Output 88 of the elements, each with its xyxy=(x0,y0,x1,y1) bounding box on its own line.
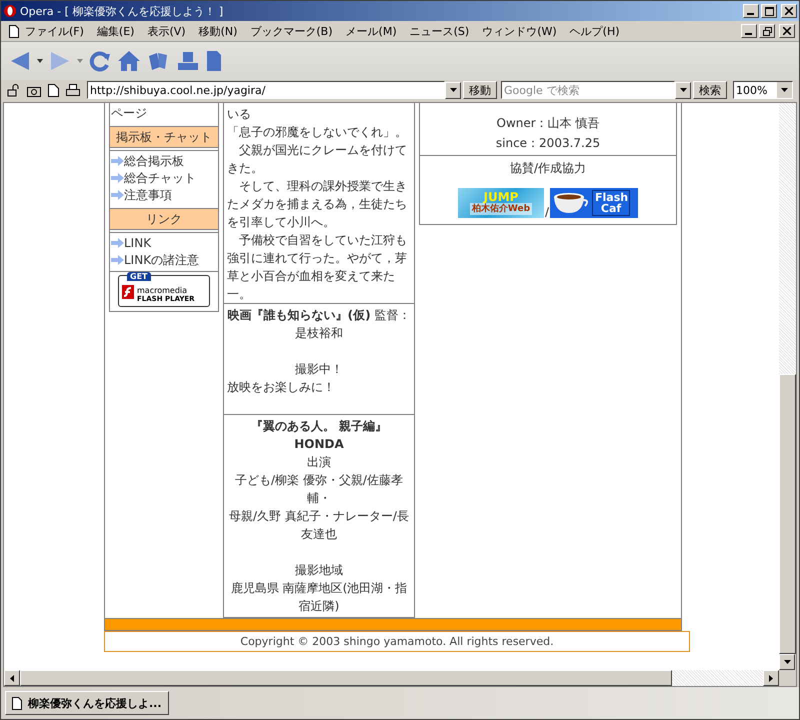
article-text: いる xyxy=(227,106,252,123)
close-button[interactable] xyxy=(781,4,797,18)
sidebar-link[interactable]: 総合チャット xyxy=(124,170,196,187)
banner-text: Flash Caf xyxy=(592,190,630,216)
zoom-dropdown[interactable]: 100% xyxy=(733,81,793,99)
arrow-icon xyxy=(111,252,124,265)
menu-item[interactable]: ウィンドウ(W) xyxy=(482,24,557,38)
arrow-icon xyxy=(111,235,124,248)
search-button[interactable]: 検索 xyxy=(693,81,727,99)
menu-item[interactable]: ニュース(S) xyxy=(410,24,470,38)
padlock-icon[interactable] xyxy=(7,84,20,96)
go-button[interactable]: 移動 xyxy=(463,81,497,99)
article-text: 放映をお楽しみに！ xyxy=(227,379,336,396)
article-text: 出演 xyxy=(306,454,332,471)
owner-name: Owner：山本 慎吾 xyxy=(496,115,600,132)
dropdown-button[interactable] xyxy=(445,82,461,98)
document-icon xyxy=(12,696,22,710)
home-icon[interactable] xyxy=(117,50,141,72)
article-text: 映画『誰も知らない』(仮) 監督：是枝裕和 xyxy=(227,307,411,342)
restore-icon xyxy=(762,26,772,36)
right-arrow-icon[interactable] xyxy=(769,674,773,682)
minimize-button[interactable] xyxy=(743,4,759,18)
back-arrow-icon[interactable] xyxy=(9,50,31,72)
menu-item[interactable]: ヘルプ(H) xyxy=(570,24,620,38)
reload-icon[interactable] xyxy=(89,50,111,72)
dropdown-button[interactable] xyxy=(675,82,691,98)
scrollbar-thumb[interactable] xyxy=(779,374,796,654)
caret-icon xyxy=(450,88,456,92)
flash-cafe-banner[interactable]: Flash Caf xyxy=(550,188,638,218)
article-text: 予備校で自習をしていた江狩も強引に連れて行った。やがて，芽草と小百合が血相を変えて来た一。 xyxy=(227,232,408,303)
menu-item[interactable]: ファイル(F) xyxy=(25,24,84,38)
menu-item[interactable]: メール(M) xyxy=(346,24,397,38)
article-text: 子ども/柳楽 優弥・父親/佐藤孝輔・ xyxy=(234,472,404,507)
caret-icon xyxy=(781,88,788,92)
banner-text: 柏木佑介Web xyxy=(470,203,532,215)
arrow-icon xyxy=(111,153,124,166)
caret-icon[interactable] xyxy=(37,59,43,63)
restore-button[interactable] xyxy=(759,24,775,38)
article-text: 撮影中！ xyxy=(294,361,344,378)
menu-item[interactable]: ブックマーク(B) xyxy=(250,24,333,38)
jump-banner[interactable]: JUMP 柏木佑介Web xyxy=(458,188,544,218)
arrow-icon xyxy=(111,170,124,183)
printer-icon[interactable] xyxy=(66,84,80,96)
badge-brand: macromedia xyxy=(137,286,188,294)
article-text: そして、理科の課外授業で生きたメダカを捕まえる為，生徒たちを引率して小川へ。 xyxy=(227,178,408,231)
document-icon[interactable] xyxy=(48,84,59,96)
address-field[interactable]: http://shibuya.cool.ne.jp/yagira/ xyxy=(87,81,445,99)
article-text: 「息子の邪魔をしないでくれ」。 xyxy=(227,124,408,141)
sidebar-link[interactable]: LINKの諸注意 xyxy=(124,252,200,269)
article-text: 『翼のある人。 親子編』HONDA xyxy=(250,418,388,453)
separator-text: / xyxy=(544,206,550,218)
close-button[interactable] xyxy=(779,24,795,38)
article-text: 母親/久野 真紀子・ナレーター/長友達也 xyxy=(228,508,410,543)
sidebar-link[interactable]: LINK xyxy=(124,235,152,252)
since-date: since：2003.7.25 xyxy=(494,135,602,152)
section-header: 掲示板・チャット xyxy=(110,126,218,148)
scrollbar-thumb[interactable] xyxy=(20,670,672,686)
article-text: 撮影地域 xyxy=(294,562,344,579)
horizontal-scrollbar[interactable] xyxy=(4,670,779,686)
close-icon xyxy=(783,27,791,35)
arrow-icon xyxy=(111,187,124,200)
page-tab[interactable]: 柳楽優弥くんを応援しよ... xyxy=(5,691,169,715)
section-header: リンク xyxy=(110,208,218,230)
sidebar-link[interactable]: 総合掲示板 xyxy=(124,153,184,170)
page-icon[interactable] xyxy=(205,50,223,72)
down-arrow-icon[interactable] xyxy=(784,660,790,664)
maximize-button[interactable] xyxy=(761,4,777,18)
badge-get-label: GET xyxy=(127,272,150,281)
article-text: 鹿児島県 南薩摩地区(池田湖・指宿近隣) xyxy=(230,580,408,615)
search-field[interactable]: Google で検索 xyxy=(501,81,675,99)
menu-item[interactable]: 表示(V) xyxy=(147,24,186,38)
sidebar-link[interactable]: 注意事項 xyxy=(124,187,172,204)
page-label: ページ xyxy=(111,105,148,122)
left-arrow-icon[interactable] xyxy=(10,674,14,682)
article-text: 父親が国光にクレームを付けてきた。 xyxy=(227,142,408,177)
window-title: Opera - [ 柳楽優弥くんを応援しよう！ ] xyxy=(20,4,224,18)
opera-icon xyxy=(3,4,17,18)
close-icon xyxy=(785,7,793,15)
banner-text: JUMP xyxy=(483,191,518,203)
menu-item[interactable]: 編集(E) xyxy=(96,24,134,38)
menu-item[interactable]: 移動(N) xyxy=(198,24,238,38)
maximize-icon xyxy=(764,6,774,16)
minimize-button[interactable] xyxy=(741,24,757,38)
caret-icon xyxy=(680,88,686,92)
document-icon xyxy=(9,24,19,38)
sponsor-heading: 協賛/作成協力 xyxy=(508,160,588,177)
cup-icon xyxy=(552,191,590,215)
copyright-text: Copyright © 2003 shingo yamamoto. All rights reserved. xyxy=(104,631,690,652)
